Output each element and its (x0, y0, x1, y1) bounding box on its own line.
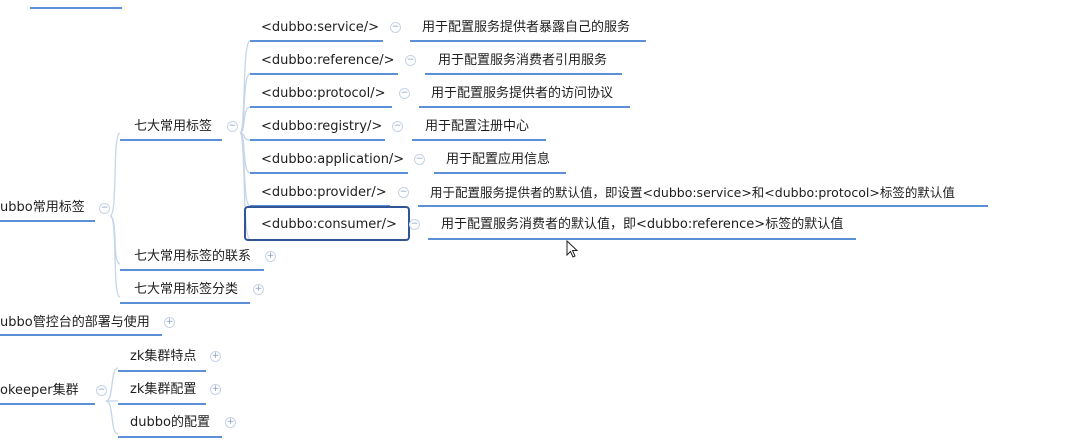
tag-consumer-node[interactable]: <dubbo:consumer/> (259, 216, 399, 234)
minus-circle-icon[interactable]: − (405, 55, 416, 66)
minus-circle-icon[interactable]: − (96, 385, 107, 396)
minus-circle-icon[interactable]: − (399, 88, 410, 99)
tag-service-desc[interactable]: 用于配置服务提供者暴露自己的服务 (420, 19, 632, 37)
minus-circle-icon[interactable]: − (390, 22, 401, 33)
tag-application-desc[interactable]: 用于配置应用信息 (444, 151, 552, 169)
tag-reference-desc[interactable]: 用于配置服务消费者引用服务 (436, 52, 609, 70)
dubbo-config-node[interactable]: dubbo的配置 (128, 414, 212, 432)
tag-service-node[interactable]: <dubbo:service/> (259, 19, 381, 37)
tag-protocol-desc[interactable]: 用于配置服务提供者的访问协议 (429, 85, 615, 103)
zk-feature-node[interactable]: zk集群特点 (128, 348, 198, 366)
minus-circle-icon[interactable]: − (398, 187, 409, 198)
console-deploy-node[interactable]: ubbo管控台的部署与使用 (0, 314, 152, 332)
tag-registry-node[interactable]: <dubbo:registry/> (259, 118, 384, 136)
plus-circle-icon[interactable]: + (210, 351, 221, 362)
tag-protocol-node[interactable]: <dubbo:protocol/> (259, 85, 388, 103)
zookeeper-cluster-node[interactable]: okeeper集群 (0, 382, 81, 400)
tag-consumer-desc[interactable]: 用于配置服务消费者的默认值，即<dubbo:reference>标签的默认值 (439, 216, 845, 234)
dubbo-common-tags-node[interactable]: ubbo常用标签 (0, 199, 87, 217)
tags-classify-node[interactable]: 七大常用标签分类 (132, 281, 240, 299)
minus-circle-icon[interactable]: − (99, 203, 110, 214)
plus-circle-icon[interactable]: + (210, 384, 221, 395)
tag-reference-node[interactable]: <dubbo:reference/> (259, 52, 397, 70)
minus-circle-icon[interactable]: − (414, 154, 425, 165)
tags-relation-node[interactable]: 七大常用标签的联系 (132, 248, 253, 266)
minus-circle-icon[interactable]: − (227, 121, 238, 132)
seven-tags-node[interactable]: 七大常用标签 (132, 118, 214, 136)
zk-config-node[interactable]: zk集群配置 (128, 381, 198, 399)
plus-circle-icon[interactable]: + (225, 417, 236, 428)
plus-circle-icon[interactable]: + (265, 251, 276, 262)
tag-provider-desc[interactable]: 用于配置服务提供者的默认值，即设置<dubbo:service>和<dubbo:… (428, 184, 957, 202)
branch-connectors (105, 40, 251, 435)
tag-application-node[interactable]: <dubbo:application/> (259, 151, 406, 169)
plus-circle-icon[interactable]: + (253, 284, 264, 295)
plus-circle-icon[interactable]: + (164, 317, 175, 328)
tag-registry-desc[interactable]: 用于配置注册中心 (423, 118, 531, 136)
minus-circle-icon[interactable]: − (392, 121, 403, 132)
minus-circle-icon[interactable]: − (409, 219, 420, 230)
tag-provider-node[interactable]: <dubbo:provider/> (259, 184, 389, 202)
mouse-pointer-icon (566, 240, 578, 258)
